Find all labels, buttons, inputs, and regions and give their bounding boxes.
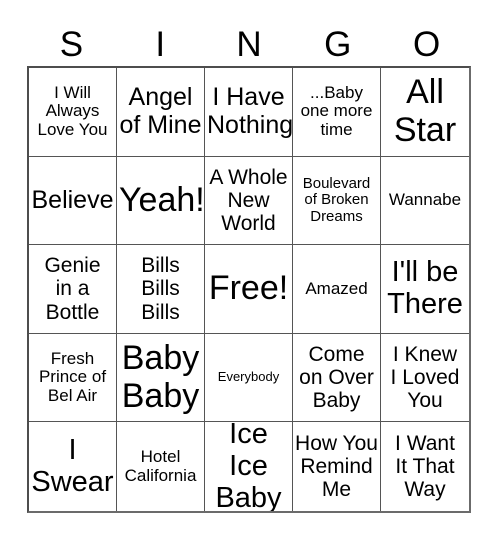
bingo-cell[interactable]: Angel of Mine xyxy=(117,68,205,157)
header-letter-o: O xyxy=(412,24,441,64)
bingo-cell-label: I Will Always Love You xyxy=(37,82,108,140)
bingo-cell[interactable]: I'll be There xyxy=(381,245,469,334)
bingo-cell[interactable]: Fresh Prince of Bel Air xyxy=(29,333,117,423)
bingo-cell-label: Come on Over Baby xyxy=(299,342,374,413)
bingo-cell[interactable]: All Star xyxy=(381,68,469,157)
bingo-cell[interactable]: Wannabe xyxy=(381,156,469,246)
bingo-cell[interactable]: I Will Always Love You xyxy=(29,68,117,157)
bingo-cell[interactable]: Yeah! xyxy=(117,156,205,246)
bingo-cell-label: Genie in a Bottle xyxy=(44,254,101,324)
bingo-cell-label: ...Baby one more time xyxy=(300,82,373,140)
bingo-cell[interactable]: I Knew I Loved You xyxy=(381,333,469,423)
bingo-cell-label: A Whole New World xyxy=(209,165,288,235)
bingo-cell-label: I Swear xyxy=(31,433,114,498)
header-letter-i: I xyxy=(155,24,166,64)
bingo-cell-label: All Star xyxy=(393,73,457,149)
bingo-cell[interactable]: Ice Ice Baby xyxy=(205,422,293,511)
bingo-cell[interactable]: Bills Bills Bills xyxy=(117,245,205,334)
bingo-cell[interactable]: Boulevard of Broken Dreams xyxy=(293,156,381,246)
bingo-cell-label: Fresh Prince of Bel Air xyxy=(38,348,107,405)
bingo-cell-label: Free! xyxy=(208,269,289,308)
bingo-cell-label: Believe xyxy=(31,185,114,214)
bingo-cell-label: Baby Baby xyxy=(121,339,200,415)
bingo-cell[interactable]: How You Remind Me xyxy=(293,422,381,511)
bingo-card: S I N G O I Will Always Love You Angel o… xyxy=(0,0,500,544)
bingo-header: S I N G O xyxy=(27,22,471,66)
bingo-cell[interactable]: Believe xyxy=(29,156,117,246)
bingo-cell-label: Bills Bills Bills xyxy=(141,254,180,324)
bingo-cell-label: Yeah! xyxy=(119,180,205,219)
bingo-cell[interactable]: ...Baby one more time xyxy=(293,68,381,157)
bingo-cell-label: Amazed xyxy=(305,278,368,298)
bingo-grid: I Will Always Love You Angel of Mine I H… xyxy=(27,66,471,513)
bingo-cell[interactable]: A Whole New World xyxy=(205,156,293,246)
bingo-cell-label: Everybody xyxy=(217,369,280,385)
bingo-cell[interactable]: I Swear xyxy=(29,422,117,511)
bingo-cell[interactable]: Genie in a Bottle xyxy=(29,245,117,334)
bingo-cell-label: Hotel California xyxy=(124,447,197,485)
bingo-cell[interactable]: Baby Baby xyxy=(117,333,205,423)
header-letter-g: G xyxy=(324,24,352,64)
bingo-cell-label: How You Remind Me xyxy=(295,432,378,502)
bingo-cell[interactable]: Everybody xyxy=(205,333,293,423)
bingo-cell[interactable]: Amazed xyxy=(293,245,381,334)
bingo-cell-label: I'll be There xyxy=(387,256,463,320)
bingo-cell-free[interactable]: Free! xyxy=(205,245,293,334)
bingo-cell-label: I Have Nothing xyxy=(207,83,293,139)
bingo-cell[interactable]: Come on Over Baby xyxy=(293,333,381,423)
header-letter-n: N xyxy=(236,24,262,64)
bingo-cell-label: I Knew I Loved You xyxy=(390,342,460,413)
header-letter-s: S xyxy=(59,24,84,64)
bingo-cell[interactable]: I Have Nothing xyxy=(205,68,293,157)
bingo-cell-label: Wannabe xyxy=(388,190,462,210)
bingo-cell-label: I Want It That Way xyxy=(395,432,455,502)
bingo-cell[interactable]: Hotel California xyxy=(117,422,205,511)
bingo-cell-label: Ice Ice Baby xyxy=(215,422,282,511)
bingo-cell-label: Angel of Mine xyxy=(119,83,202,139)
bingo-cell-label: Boulevard of Broken Dreams xyxy=(302,174,371,225)
bingo-cell[interactable]: I Want It That Way xyxy=(381,422,469,511)
